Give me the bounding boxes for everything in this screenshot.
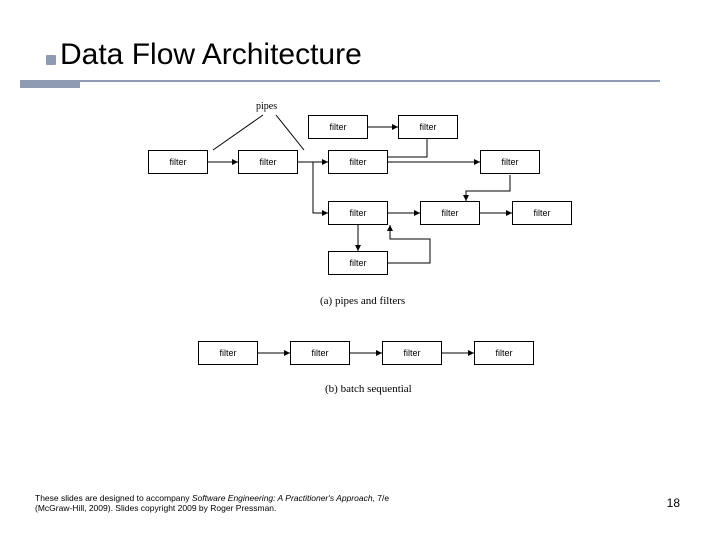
filter-box: filter — [308, 115, 368, 139]
diagram-container: pipes filter filter filter filter filter… — [130, 95, 620, 465]
filter-box: filter — [328, 150, 388, 174]
filter-text: filter — [329, 122, 346, 132]
filter-text: filter — [419, 122, 436, 132]
filter-text: filter — [501, 157, 518, 167]
filter-text: filter — [169, 157, 186, 167]
filter-box: filter — [328, 251, 388, 275]
filter-text: filter — [259, 157, 276, 167]
filter-text: filter — [349, 258, 366, 268]
filter-text: filter — [219, 348, 236, 358]
filter-text: filter — [349, 157, 366, 167]
filter-box: filter — [398, 115, 458, 139]
filter-text: filter — [349, 208, 366, 218]
filter-text: filter — [441, 208, 458, 218]
filter-box: filter — [290, 341, 350, 365]
caption-b: (b) batch sequential — [325, 383, 412, 395]
title-area: Data Flow Architecture — [0, 0, 720, 76]
filter-box: filter — [474, 341, 534, 365]
filter-text: filter — [403, 348, 420, 358]
caption-a: (a) pipes and filters — [320, 295, 405, 307]
filter-box: filter — [148, 150, 208, 174]
footer-prefix: These slides are designed to accompany — [35, 493, 192, 503]
filter-text: filter — [495, 348, 512, 358]
filter-box: filter — [382, 341, 442, 365]
title-underline — [20, 80, 660, 88]
filter-text: filter — [533, 208, 550, 218]
filter-box: filter — [328, 201, 388, 225]
pipes-label: pipes — [256, 101, 277, 112]
filter-box: filter — [198, 341, 258, 365]
footer-book-title: Software Engineering: A Practitioner's A… — [192, 493, 375, 503]
filter-box: filter — [512, 201, 572, 225]
slide-title: Data Flow Architecture — [60, 38, 720, 72]
title-bullet — [46, 55, 56, 65]
footer-credit: These slides are designed to accompany S… — [35, 493, 595, 514]
filter-text: filter — [311, 348, 328, 358]
footer-line2: (McGraw-Hill, 2009). Slides copyright 20… — [35, 503, 276, 513]
filter-box: filter — [480, 150, 540, 174]
footer-suffix: 7/e — [375, 493, 389, 503]
slide-number: 18 — [667, 496, 680, 510]
filter-box: filter — [420, 201, 480, 225]
filter-box: filter — [238, 150, 298, 174]
